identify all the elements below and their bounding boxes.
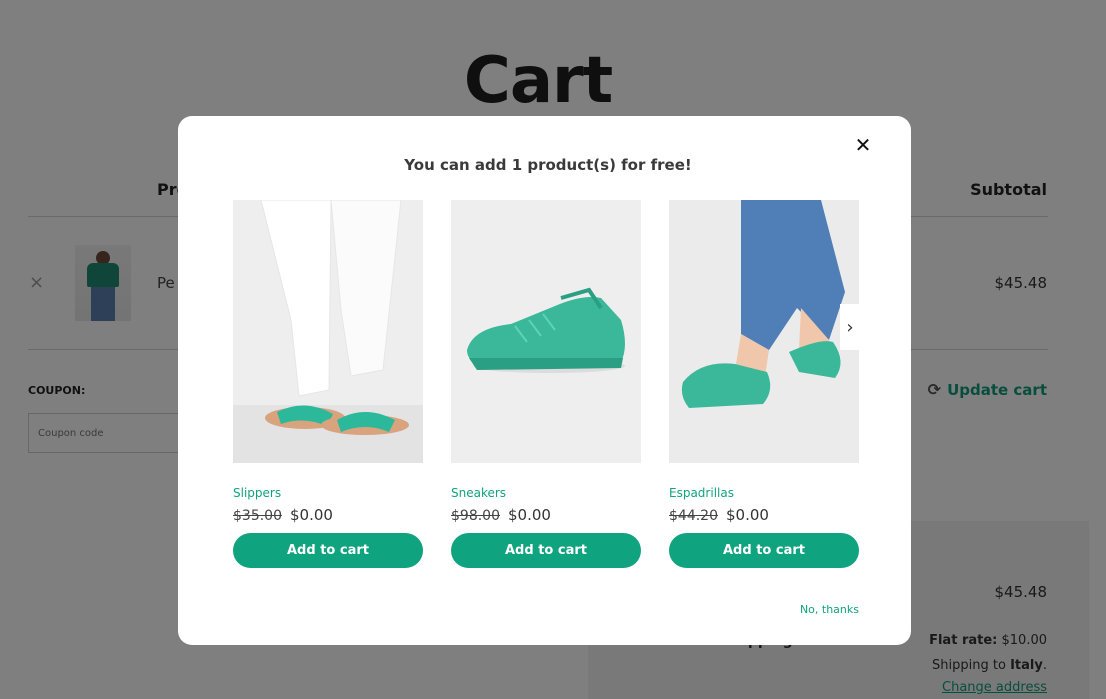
chevron-right-icon[interactable]: › [840,304,860,350]
modal-title: You can add 1 product(s) for free! [404,156,692,174]
new-price: $0.00 [290,506,333,524]
product-image[interactable] [233,200,423,463]
product-name[interactable]: Sneakers [451,486,641,500]
product-card: Sneakers $98.00 $0.00 Add to cart [451,200,641,568]
new-price: $0.00 [726,506,769,524]
free-product-modal: ✕ You can add 1 product(s) for free! Sli… [178,116,911,645]
old-price: $35.00 [233,508,282,524]
product-prices: $44.20 $0.00 [669,506,859,525]
product-card: Espadrillas $44.20 $0.00 Add to cart [669,200,859,568]
product-name[interactable]: Espadrillas [669,486,859,500]
add-to-cart-button[interactable]: Add to cart [451,533,641,568]
product-card: Slippers $35.00 $0.00 Add to cart [233,200,423,568]
no-thanks-link[interactable]: No, thanks [800,603,859,616]
add-to-cart-button[interactable]: Add to cart [669,533,859,568]
product-image[interactable] [669,200,859,463]
product-image[interactable] [451,200,641,463]
new-price: $0.00 [508,506,551,524]
add-to-cart-button[interactable]: Add to cart [233,533,423,568]
old-price: $44.20 [669,508,718,524]
close-icon[interactable]: ✕ [852,134,874,156]
product-prices: $35.00 $0.00 [233,506,423,525]
product-name[interactable]: Slippers [233,486,423,500]
old-price: $98.00 [451,508,500,524]
product-prices: $98.00 $0.00 [451,506,641,525]
